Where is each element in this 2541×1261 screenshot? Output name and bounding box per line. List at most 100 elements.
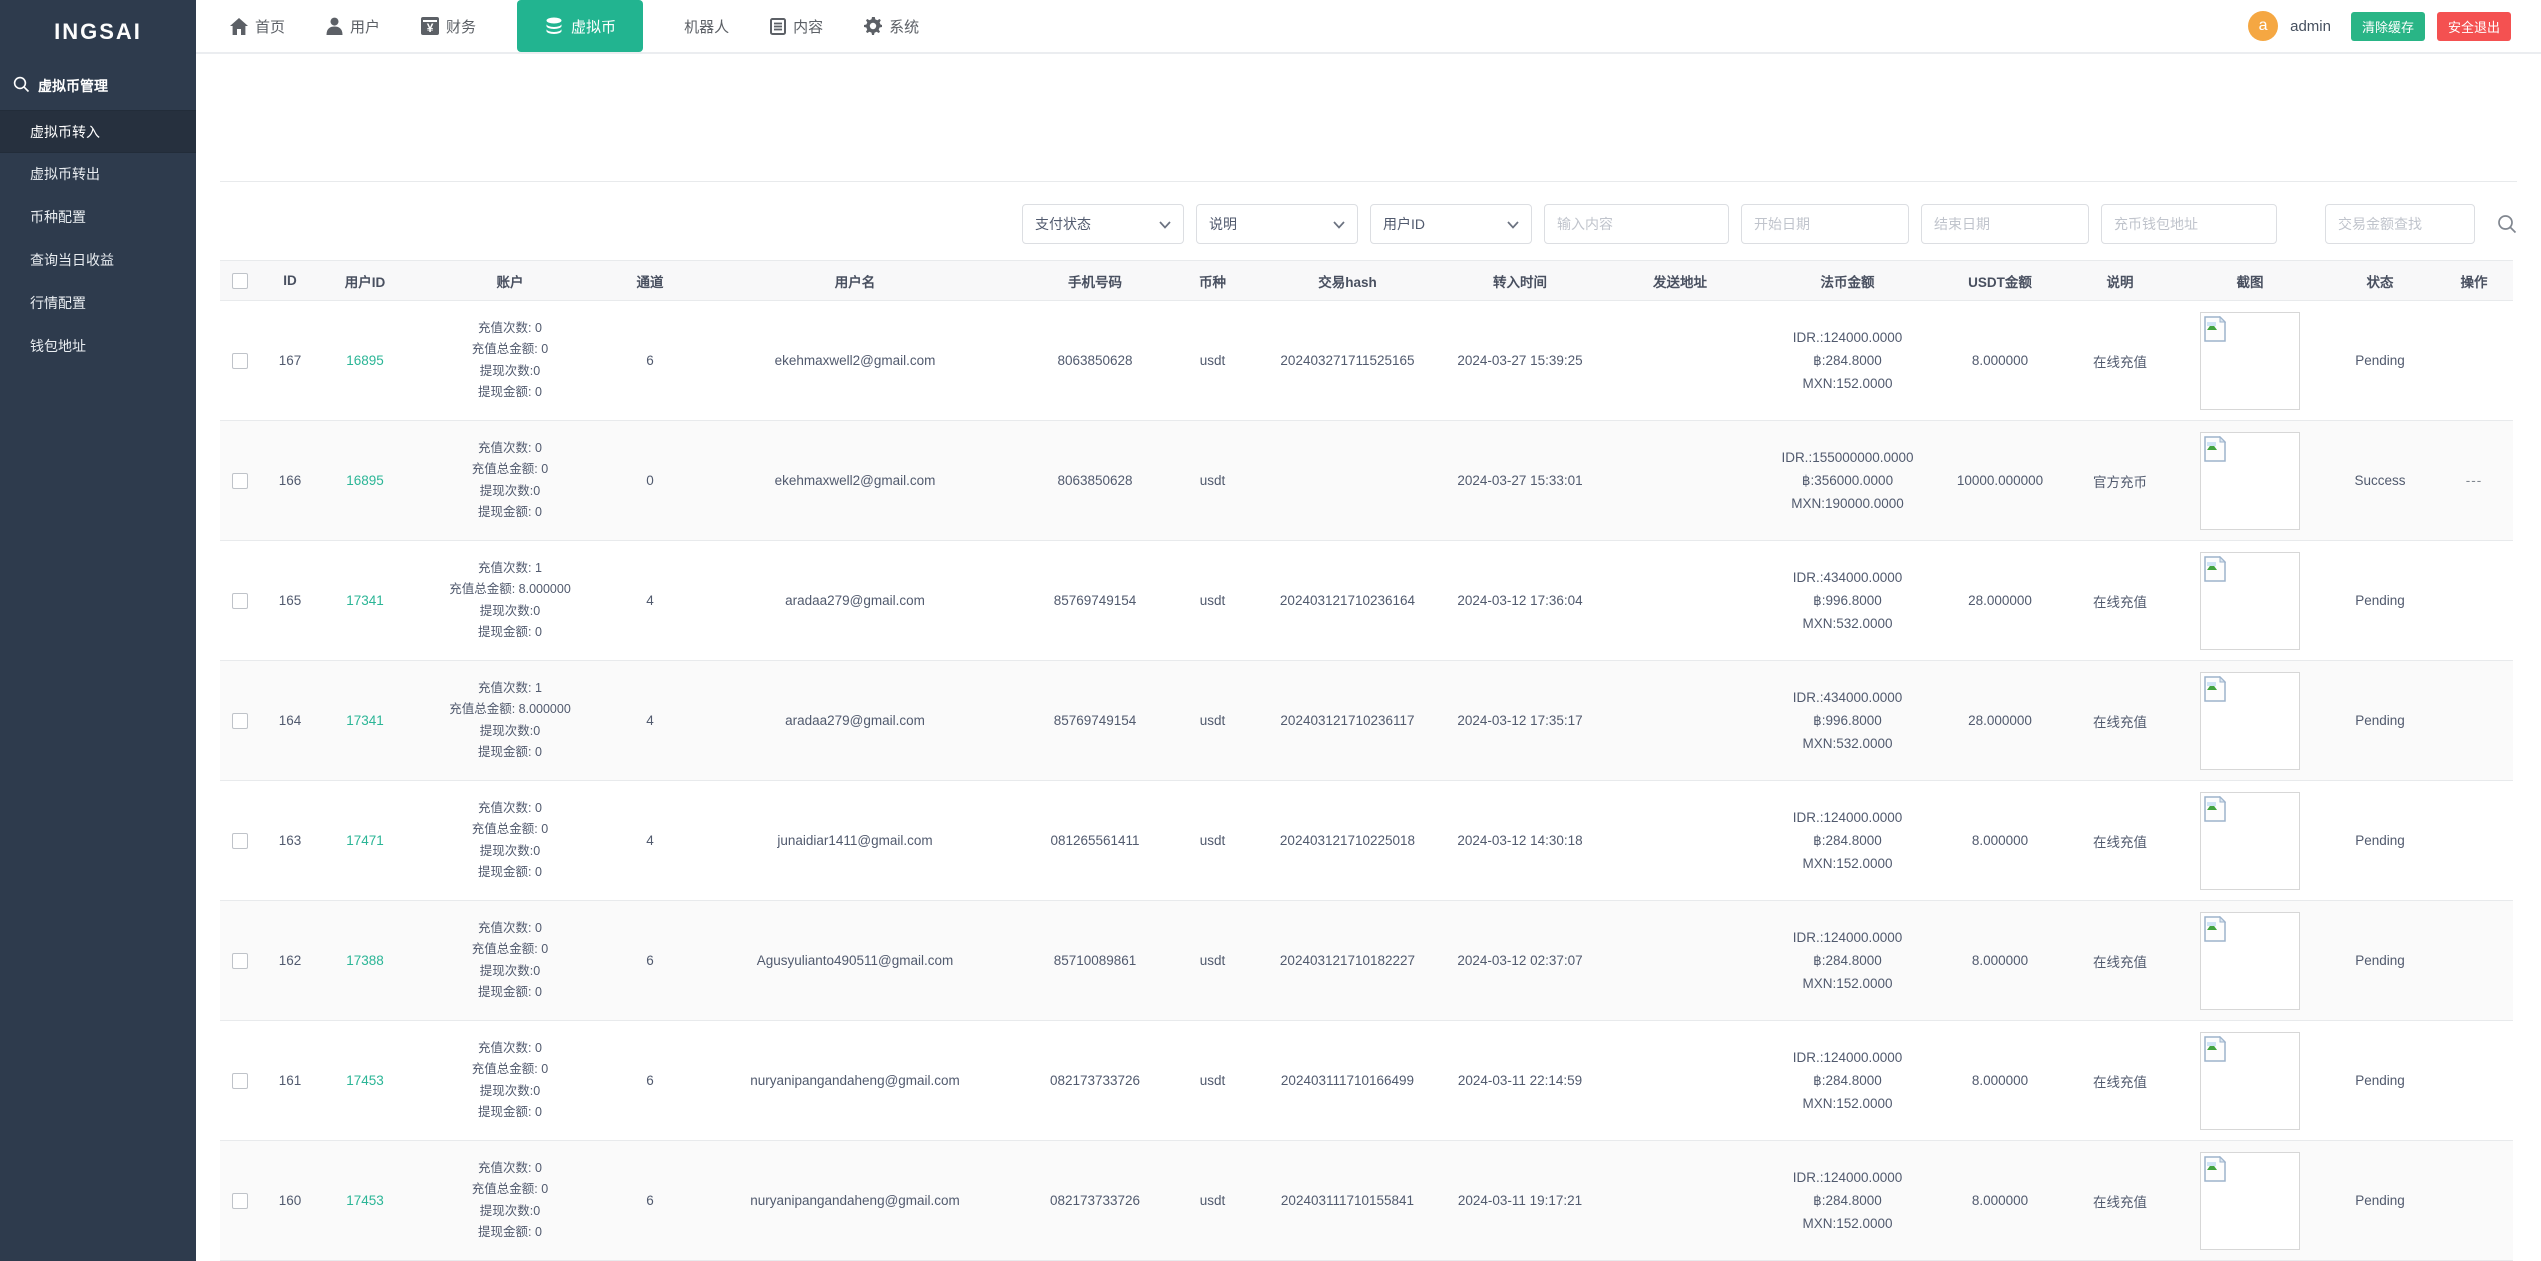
status-badge: Success — [2325, 420, 2435, 541]
row-checkbox[interactable] — [232, 1192, 248, 1209]
row-checkbox[interactable] — [232, 832, 248, 849]
row-checkbox[interactable] — [232, 472, 248, 489]
cell-tx-hash: 202403121710236117 — [1255, 660, 1440, 781]
select-all-checkbox[interactable] — [232, 272, 248, 289]
user-id-link[interactable]: 17471 — [346, 833, 384, 848]
nav-item-home[interactable]: 首页 — [230, 16, 285, 37]
filter-row: 支付状态 说明 用户ID — [220, 204, 2517, 244]
sidebar-item-crypto-out[interactable]: 虚拟币转出 — [0, 153, 196, 196]
cell-id: 167 — [260, 300, 320, 421]
sidebar: INGSAI 虚拟币管理 虚拟币转入 虚拟币转出 币种配置 查询当日收益 行情配… — [0, 0, 196, 1261]
screenshot-thumbnail[interactable] — [2200, 671, 2300, 770]
user-id-link[interactable]: 17388 — [346, 953, 384, 968]
sidebar-item-daily-earnings[interactable]: 查询当日收益 — [0, 239, 196, 282]
user-id-link[interactable]: 17341 — [346, 593, 384, 608]
sidebar-section-header[interactable]: 虚拟币管理 — [0, 62, 196, 110]
search-content-input[interactable] — [1544, 204, 1729, 244]
status-badge: Pending — [2325, 780, 2435, 901]
row-checkbox[interactable] — [232, 592, 248, 609]
sidebar-item-wallet-address[interactable]: 钱包地址 — [0, 325, 196, 368]
logout-button[interactable]: 安全退出 — [2436, 11, 2511, 41]
table-row: 162 17388 充值次数: 0 充值总金额: 0 提现次数:0 提现金额: 0 6… — [220, 900, 2513, 1021]
cell-channel: 4 — [610, 780, 690, 901]
cell-tx-hash: 202403111710155841 — [1255, 1140, 1440, 1261]
cell-phone: 85710089861 — [1020, 900, 1170, 1021]
table-row: 163 17471 充值次数: 0 充值总金额: 0 提现次数:0 提现金额: 0 4… — [220, 780, 2513, 901]
cell-send-address — [1600, 780, 1760, 901]
status-badge: Pending — [2325, 300, 2435, 421]
screenshot-thumbnail[interactable] — [2200, 791, 2300, 890]
row-action-menu[interactable] — [2435, 300, 2513, 421]
cell-transfer-time: 2024-03-12 17:35:17 — [1440, 660, 1600, 781]
col-usdt-amount: USDT金额 — [1935, 260, 2065, 301]
row-action-menu[interactable] — [2435, 780, 2513, 901]
screenshot-thumbnail[interactable] — [2200, 431, 2300, 530]
cell-note: 官方充币 — [2065, 420, 2175, 541]
sidebar-item-crypto-in[interactable]: 虚拟币转入 — [0, 110, 196, 153]
cell-tx-hash: 202403271711525165 — [1255, 300, 1440, 421]
screenshot-thumbnail[interactable] — [2200, 911, 2300, 1010]
row-checkbox[interactable] — [232, 712, 248, 729]
screenshot-thumbnail[interactable] — [2200, 311, 2300, 410]
cell-usdt-amount: 8.000000 — [1935, 900, 2065, 1021]
avatar[interactable]: a — [2248, 11, 2279, 41]
nav-item-robot[interactable]: 机器人 — [684, 16, 729, 37]
table-row: 167 16895 充值次数: 0 充值总金额: 0 提现次数:0 提现金额: 0 6… — [220, 300, 2513, 421]
nav-item-users[interactable]: 用户 — [326, 16, 380, 37]
row-action-menu[interactable] — [2435, 900, 2513, 1021]
cell-send-address — [1600, 420, 1760, 541]
screenshot-thumbnail[interactable] — [2200, 551, 2300, 650]
cell-phone: 081265561411 — [1020, 780, 1170, 901]
nav-item-finance[interactable]: ¥ 财务 — [421, 16, 476, 37]
pay-status-select[interactable]: 支付状态 — [1022, 204, 1184, 244]
search-submit-icon[interactable] — [2497, 214, 2517, 234]
wallet-address-input[interactable] — [2101, 204, 2277, 244]
cell-transfer-time: 2024-03-27 15:39:25 — [1440, 300, 1600, 421]
cell-send-address — [1600, 540, 1760, 661]
col-note: 说明 — [2065, 260, 2175, 301]
cell-note: 在线充值 — [2065, 540, 2175, 661]
col-phone: 手机号码 — [1020, 260, 1170, 301]
amount-search-input[interactable] — [2325, 204, 2475, 244]
row-action-menu[interactable] — [2435, 660, 2513, 781]
cell-phone: 8063850628 — [1020, 420, 1170, 541]
user-id-select[interactable]: 用户ID — [1370, 204, 1532, 244]
cell-note: 在线充值 — [2065, 660, 2175, 781]
screenshot-thumbnail[interactable] — [2200, 1151, 2300, 1250]
user-id-link[interactable]: 16895 — [346, 473, 384, 488]
row-checkbox[interactable] — [232, 352, 248, 369]
start-date-input[interactable] — [1741, 204, 1909, 244]
cell-fiat-amount: IDR.:124000.0000 ฿:284.8000 MXN:152.0000 — [1760, 1020, 1935, 1141]
nav-item-crypto[interactable]: 虚拟币 — [517, 0, 644, 52]
row-action-menu[interactable]: --- — [2435, 420, 2513, 541]
user-icon — [326, 17, 343, 35]
cell-coin: usdt — [1170, 540, 1255, 661]
note-select[interactable]: 说明 — [1196, 204, 1358, 244]
cell-transfer-time: 2024-03-11 22:14:59 — [1440, 1020, 1600, 1141]
user-id-link[interactable]: 17453 — [346, 1193, 384, 1208]
cell-note: 在线充值 — [2065, 1140, 2175, 1261]
cell-id: 163 — [260, 780, 320, 901]
row-action-menu[interactable] — [2435, 540, 2513, 661]
sidebar-item-market-config[interactable]: 行情配置 — [0, 282, 196, 325]
screenshot-thumbnail[interactable] — [2200, 1031, 2300, 1130]
row-action-menu[interactable] — [2435, 1140, 2513, 1261]
cell-usdt-amount: 8.000000 — [1935, 300, 2065, 421]
table-row: 166 16895 充值次数: 0 充值总金额: 0 提现次数:0 提现金额: 0 0… — [220, 420, 2513, 541]
row-action-menu[interactable] — [2435, 1020, 2513, 1141]
row-checkbox[interactable] — [232, 952, 248, 969]
nav-item-content[interactable]: 内容 — [770, 16, 823, 37]
sidebar-item-coin-config[interactable]: 币种配置 — [0, 196, 196, 239]
row-checkbox[interactable] — [232, 1072, 248, 1089]
cell-account-stats: 充值次数: 0 充值总金额: 0 提现次数:0 提现金额: 0 — [410, 780, 610, 901]
col-coin: 币种 — [1170, 260, 1255, 301]
clear-cache-button[interactable]: 清除缓存 — [2350, 11, 2425, 41]
cell-account-stats: 充值次数: 1 充值总金额: 8.000000 提现次数:0 提现金额: 0 — [410, 660, 610, 781]
end-date-input[interactable] — [1921, 204, 2089, 244]
user-id-link[interactable]: 17453 — [346, 1073, 384, 1088]
col-user-id: 用户ID — [320, 260, 410, 301]
cell-channel: 6 — [610, 1140, 690, 1261]
user-id-link[interactable]: 17341 — [346, 713, 384, 728]
user-id-link[interactable]: 16895 — [346, 353, 384, 368]
nav-item-system[interactable]: 系统 — [864, 16, 919, 37]
